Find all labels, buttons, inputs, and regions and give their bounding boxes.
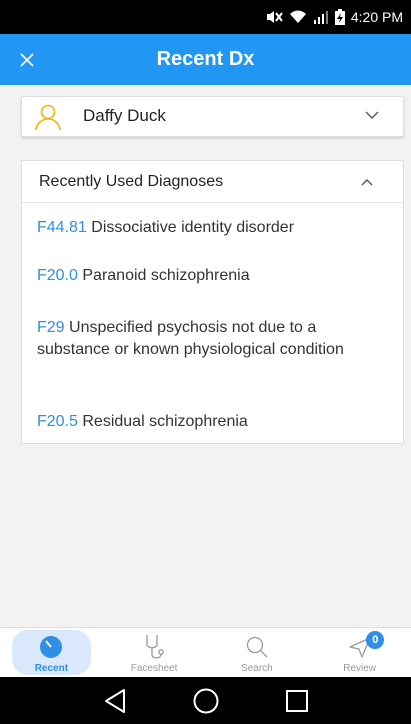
app-bar: Recent Dx [0, 34, 411, 85]
page-title: Recent Dx [156, 48, 255, 70]
stethoscope-icon [146, 635, 164, 659]
diagnosis-code: F20.0 [37, 267, 78, 284]
home-icon[interactable] [192, 687, 220, 715]
close-icon[interactable] [14, 47, 40, 73]
diagnosis-code: F44.81 [37, 219, 87, 236]
tab-facesheet[interactable]: Facesheet [103, 628, 206, 677]
status-time: 4:20 PM [350, 9, 403, 25]
bottom-tab-bar: Recent Facesheet Search 0 Review [0, 627, 411, 677]
diagnosis-item[interactable]: F20.0 Paranoid schizophrenia [37, 265, 377, 287]
wifi-icon [289, 10, 306, 23]
diagnosis-item[interactable]: F29 Unspecified psychosis not due to a s… [37, 317, 377, 361]
tab-label: Facesheet [130, 663, 178, 674]
tab-review[interactable]: 0 Review [308, 628, 411, 677]
tab-search[interactable]: Search [206, 628, 309, 677]
clock-icon [40, 636, 63, 658]
search-icon [246, 636, 268, 658]
section-title: Recently Used Diagnoses [39, 173, 224, 190]
review-badge: 0 [366, 631, 385, 649]
diagnosis-description: Unspecified psychosis not due to a subst… [37, 319, 344, 358]
diagnosis-code: F29 [37, 319, 65, 336]
tab-recent[interactable]: Recent [0, 628, 103, 677]
diagnosis-item[interactable]: F20.5 Residual schizophrenia [37, 411, 377, 433]
diagnosis-item[interactable]: F44.81 Dissociative identity disorder [37, 217, 377, 239]
patient-name: Daffy Duck [83, 106, 166, 125]
back-icon[interactable] [103, 688, 127, 714]
chevron-down-icon [365, 111, 379, 119]
tab-label: Review [343, 663, 377, 674]
recent-apps-icon[interactable] [285, 689, 309, 713]
diagnosis-code: F20.5 [37, 413, 78, 430]
recent-diagnoses-header[interactable]: Recently Used Diagnoses [22, 161, 403, 203]
chevron-up-icon [361, 179, 373, 186]
battery-icon [334, 9, 345, 25]
tab-label: Recent [34, 663, 69, 674]
mute-icon [266, 11, 283, 23]
recent-diagnoses-card: Recently Used Diagnoses F44.81 Dissociat… [21, 160, 404, 444]
signal-icon [313, 11, 328, 24]
system-nav-bar [0, 677, 411, 724]
person-icon [35, 104, 61, 131]
diagnosis-description: Residual schizophrenia [82, 413, 248, 430]
status-bar: 4:20 PM [0, 0, 411, 34]
diagnosis-description: Paranoid schizophrenia [82, 267, 250, 284]
diagnosis-description: Dissociative identity disorder [91, 219, 295, 236]
patient-selector[interactable]: Daffy Duck [21, 96, 404, 137]
tab-label: Search [241, 663, 273, 674]
